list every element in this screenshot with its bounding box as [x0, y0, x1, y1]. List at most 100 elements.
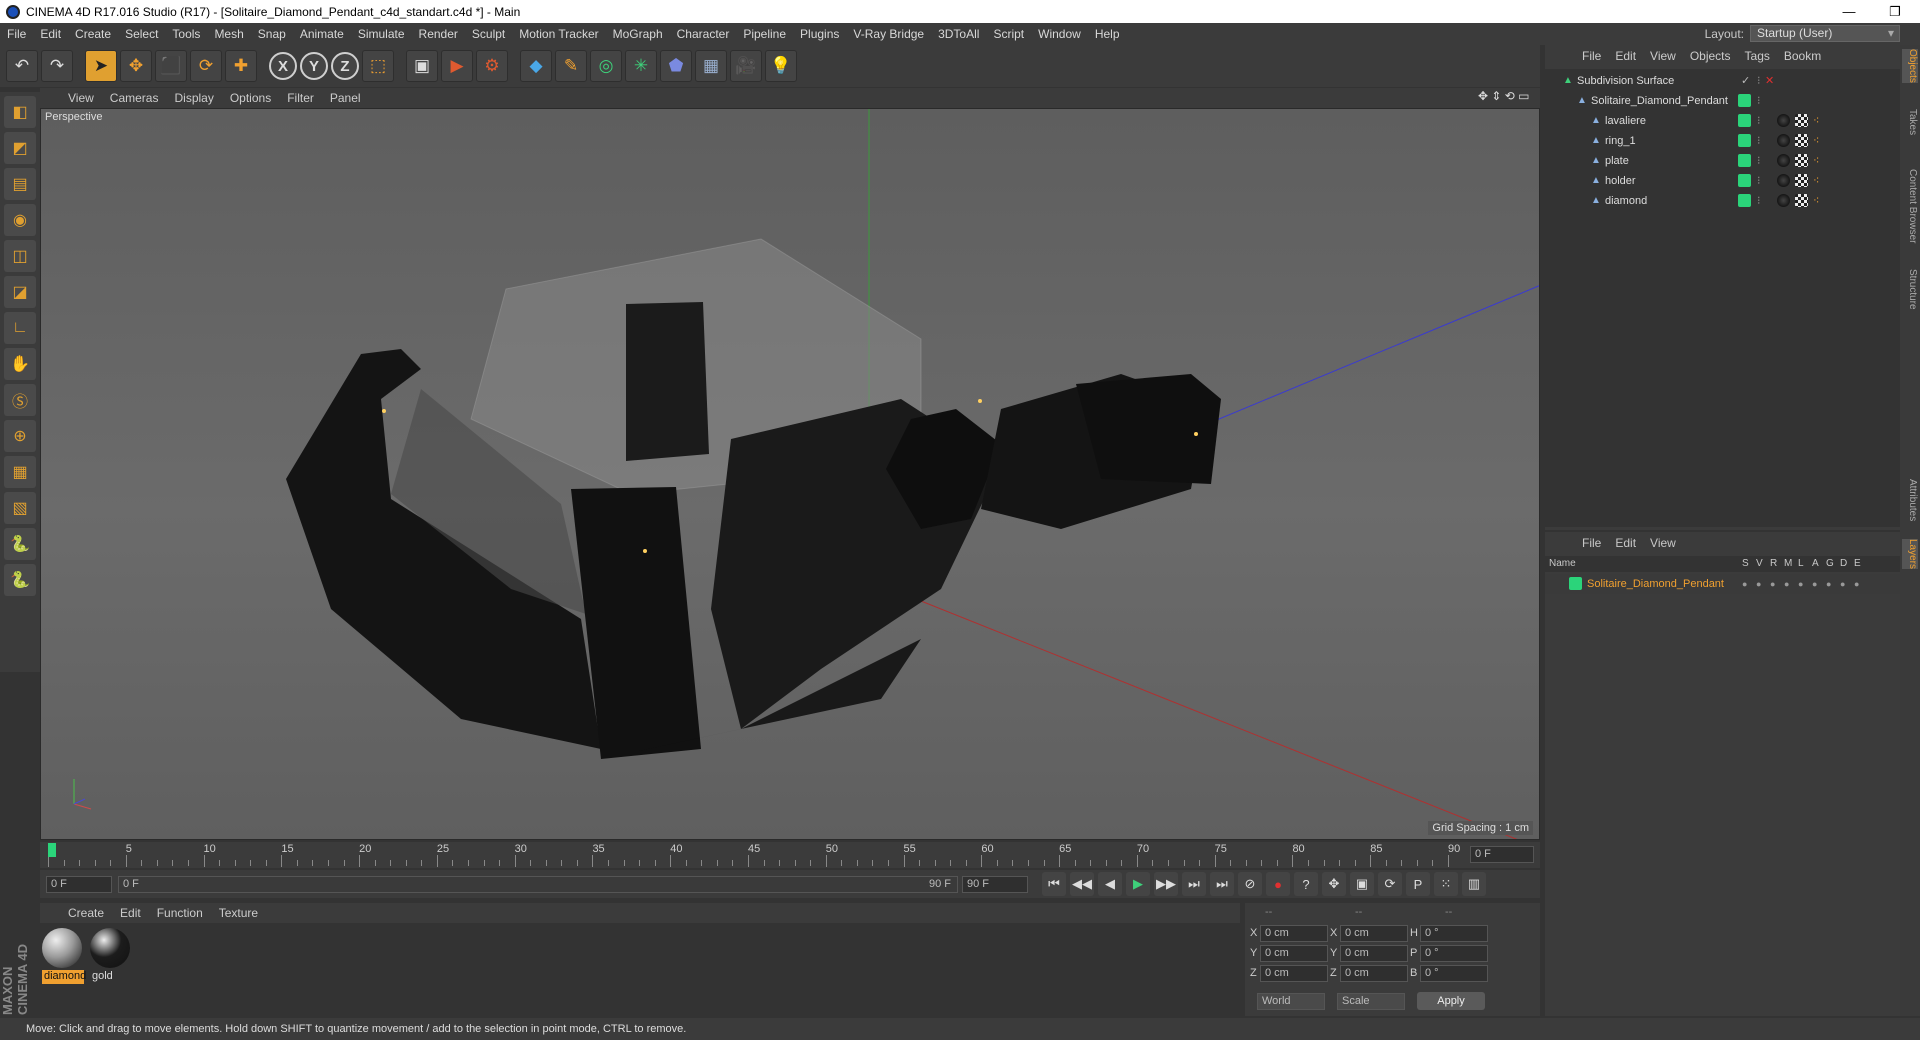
uvw-tag-icon[interactable]: ⁖: [1813, 131, 1819, 151]
left-tool-1-icon[interactable]: ◩: [4, 132, 36, 164]
z-axis-lock-icon[interactable]: Z: [331, 52, 359, 80]
layer-color-tag[interactable]: [1738, 114, 1751, 127]
texture-tag-icon[interactable]: [1795, 134, 1808, 147]
left-tool-4-icon[interactable]: ◫: [4, 240, 36, 272]
left-tool-3-icon[interactable]: ◉: [4, 204, 36, 236]
play-forward-icon[interactable]: ▶: [1126, 872, 1150, 896]
subdivision-nurbs-icon[interactable]: ◎: [590, 50, 622, 82]
layer-flag-icon[interactable]: ●: [1840, 574, 1845, 594]
step-back-icon[interactable]: ◀◀: [1070, 872, 1094, 896]
coord-value-field[interactable]: 0 °: [1420, 965, 1488, 982]
move-tool-icon[interactable]: ✥: [120, 50, 152, 82]
viewport-menu-options[interactable]: Options: [222, 91, 279, 105]
viewport-menu-filter[interactable]: Filter: [279, 91, 322, 105]
pla-key-icon[interactable]: ⁙: [1434, 872, 1458, 896]
menu-pipeline[interactable]: Pipeline: [736, 27, 793, 41]
layer-flag-icon[interactable]: ●: [1784, 574, 1789, 594]
visibility-dots[interactable]: ⁝: [1757, 131, 1761, 151]
coord-value-field[interactable]: 0 cm: [1340, 925, 1408, 942]
menu-edit[interactable]: Edit: [33, 27, 68, 41]
scale-key-icon[interactable]: ▣: [1350, 872, 1374, 896]
side-tab-content-browser[interactable]: Content Browser: [1902, 169, 1918, 243]
viewport-menu-display[interactable]: Display: [166, 91, 221, 105]
menu-plugins[interactable]: Plugins: [793, 27, 846, 41]
layer-color-tag[interactable]: [1738, 154, 1751, 167]
material-menu-edit[interactable]: Edit: [112, 906, 149, 920]
left-tool-8-icon[interactable]: Ⓢ: [4, 384, 36, 416]
render-off-icon[interactable]: ✕: [1765, 71, 1774, 91]
layer-flag-icon[interactable]: ●: [1756, 574, 1761, 594]
side-tab-structure[interactable]: Structure: [1902, 269, 1918, 310]
layer-flag-icon[interactable]: ●: [1854, 574, 1859, 594]
object-row-subdivision-surface[interactable]: ▲ Subdivision Surface ⁝ ✓ ✕: [1545, 71, 1900, 91]
menu-motion-tracker[interactable]: Motion Tracker: [512, 27, 605, 41]
object-row-holder[interactable]: ▲ holder ⁝ ⁖: [1545, 171, 1900, 191]
render-settings-icon[interactable]: ⚙: [476, 50, 508, 82]
go-to-end-icon[interactable]: ⏭: [1182, 872, 1206, 896]
coords-scale-dropdown[interactable]: Scale: [1337, 993, 1405, 1010]
timeline-end-field[interactable]: 0 F: [1470, 846, 1534, 863]
left-tool-11-icon[interactable]: ▧: [4, 492, 36, 524]
material-tag-icon[interactable]: [1777, 154, 1790, 167]
left-tool-5-icon[interactable]: ◪: [4, 276, 36, 308]
light-icon[interactable]: 💡: [765, 50, 797, 82]
object-row-solitaire-diamond-pendant[interactable]: ▲ Solitaire_Diamond_Pendant ⁝: [1545, 91, 1900, 111]
layer-color-tag[interactable]: [1738, 174, 1751, 187]
deformer-icon[interactable]: ⬟: [660, 50, 692, 82]
layer-color-tag[interactable]: [1738, 194, 1751, 207]
object-menu-file[interactable]: File: [1575, 49, 1608, 63]
left-tool-7-icon[interactable]: ✋: [4, 348, 36, 380]
end-frame-field[interactable]: 90 F: [962, 875, 1028, 893]
live-selection-icon[interactable]: ➤: [85, 50, 117, 82]
render-view-icon[interactable]: ▣: [406, 50, 438, 82]
side-tab-takes[interactable]: Takes: [1902, 109, 1918, 135]
cube-object-icon[interactable]: ◆: [520, 50, 552, 82]
menu-tools[interactable]: Tools: [165, 27, 207, 41]
uvw-tag-icon[interactable]: ⁖: [1813, 151, 1819, 171]
object-menu-tags[interactable]: Tags: [1738, 49, 1777, 63]
side-tab-layers[interactable]: Layers: [1902, 539, 1918, 570]
scene-floor-icon[interactable]: ▦: [695, 50, 727, 82]
left-tool-12-icon[interactable]: 🐍: [4, 528, 36, 560]
layer-flag-icon[interactable]: ●: [1742, 574, 1747, 594]
menu-v-ray-bridge[interactable]: V-Ray Bridge: [846, 27, 931, 41]
undo-icon[interactable]: ↶: [6, 50, 38, 82]
coord-value-field[interactable]: 0 °: [1420, 925, 1488, 942]
material-tag-icon[interactable]: [1777, 114, 1790, 127]
object-menu-objects[interactable]: Objects: [1683, 49, 1738, 63]
uvw-tag-icon[interactable]: ⁖: [1813, 191, 1819, 211]
material-tag-icon[interactable]: [1777, 194, 1790, 207]
coord-value-field[interactable]: 0 cm: [1340, 965, 1408, 982]
coords-world-dropdown[interactable]: World: [1257, 993, 1325, 1010]
layer-menu-edit[interactable]: Edit: [1608, 536, 1643, 550]
autokey-off-icon[interactable]: ⊘: [1238, 872, 1262, 896]
menu-character[interactable]: Character: [670, 27, 737, 41]
layout-dropdown[interactable]: Startup (User): [1750, 25, 1900, 42]
edit-check-icon[interactable]: ✓: [1741, 71, 1750, 91]
left-tool-9-icon[interactable]: ⊕: [4, 420, 36, 452]
layer-menu-view[interactable]: View: [1643, 536, 1683, 550]
layer-color-tag[interactable]: [1738, 134, 1751, 147]
visibility-dots[interactable]: ⁝: [1757, 71, 1761, 91]
menu-help[interactable]: Help: [1088, 27, 1127, 41]
layer-color-tag[interactable]: [1738, 94, 1751, 107]
layer-flag-icon[interactable]: ●: [1826, 574, 1831, 594]
param-key-icon[interactable]: P: [1406, 872, 1430, 896]
step-forward-icon[interactable]: ▶▶: [1154, 872, 1178, 896]
play-back-icon[interactable]: ◀: [1098, 872, 1122, 896]
left-tool-10-icon[interactable]: ▦: [4, 456, 36, 488]
menu-script[interactable]: Script: [986, 27, 1031, 41]
menu-sculpt[interactable]: Sculpt: [465, 27, 512, 41]
x-axis-lock-icon[interactable]: X: [269, 52, 297, 80]
loop-icon[interactable]: ⏭: [1210, 872, 1234, 896]
minimize-button[interactable]: —: [1826, 0, 1872, 23]
material-swatch-diamond[interactable]: diamond: [42, 928, 86, 984]
object-menu-bookm[interactable]: Bookm: [1777, 49, 1828, 63]
material-menu-create[interactable]: Create: [60, 906, 112, 920]
texture-tag-icon[interactable]: [1795, 194, 1808, 207]
playhead[interactable]: [48, 843, 56, 857]
layer-flag-icon[interactable]: ●: [1798, 574, 1803, 594]
visibility-dots[interactable]: ⁝: [1757, 111, 1761, 131]
layer-flag-icon[interactable]: ●: [1812, 574, 1817, 594]
viewport-menu-view[interactable]: View: [60, 91, 102, 105]
